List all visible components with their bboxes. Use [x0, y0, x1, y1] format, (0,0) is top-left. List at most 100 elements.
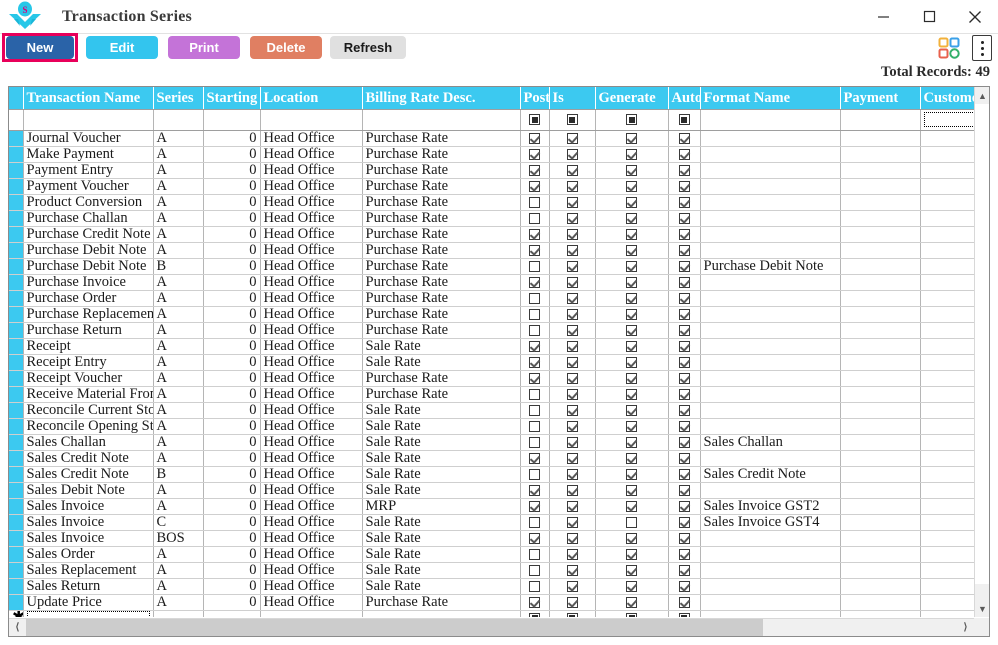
checkbox-auto-print[interactable] — [678, 244, 690, 256]
cell-is-default[interactable] — [549, 290, 596, 307]
cell-starting[interactable]: 0 — [203, 210, 261, 227]
cell-series[interactable]: C — [153, 514, 204, 531]
cell-billing-rate-desc[interactable]: Purchase Rate — [362, 386, 521, 403]
checkbox-auto-print[interactable] — [678, 212, 690, 224]
cell-billing-rate-desc[interactable]: Purchase Rate — [362, 162, 521, 179]
cell-transaction-name[interactable]: Purchase Debit Note — [23, 242, 154, 259]
edit-button[interactable]: Edit — [86, 36, 158, 59]
cell-billing-rate-desc[interactable]: Purchase Rate — [362, 146, 521, 163]
cell-customer-type-desc[interactable] — [920, 162, 974, 179]
filter-customer-type-desc[interactable] — [920, 109, 974, 131]
row-selector-cell[interactable] — [9, 178, 24, 195]
row-selector-cell[interactable] — [9, 194, 24, 211]
cell-series[interactable]: A — [153, 146, 204, 163]
chevron-left-icon[interactable]: ⟨ — [9, 619, 26, 636]
row-selector-cell[interactable] — [9, 338, 24, 355]
checkbox-auto-print[interactable] — [678, 532, 690, 544]
checkbox-post[interactable] — [529, 228, 540, 240]
checkbox-generate[interactable] — [626, 356, 637, 368]
checkbox-is-default[interactable] — [566, 180, 578, 192]
new-cell-generate[interactable] — [595, 610, 669, 617]
cell-post[interactable] — [520, 482, 550, 499]
cell-post[interactable] — [520, 354, 550, 371]
cell-customer-type-desc[interactable] — [920, 546, 974, 563]
cell-generate[interactable] — [595, 466, 669, 483]
checkbox-is-default[interactable] — [566, 580, 578, 592]
table-row[interactable]: Payment Entry A 0 Head Office Purchase Rate — [9, 162, 974, 179]
cell-format-name[interactable] — [700, 578, 841, 595]
checkbox-is-default[interactable] — [566, 500, 578, 512]
cell-location[interactable]: Head Office — [260, 466, 363, 483]
vertical-scrollbar-thumb[interactable] — [975, 104, 989, 584]
cell-auto-print[interactable] — [668, 418, 701, 435]
cell-post[interactable] — [520, 514, 550, 531]
cell-series[interactable]: A — [153, 578, 204, 595]
checkbox-is-default[interactable] — [566, 196, 578, 208]
cell-billing-rate-desc[interactable]: Sale Rate — [362, 338, 521, 355]
row-selector-cell[interactable] — [9, 370, 24, 387]
table-row[interactable]: Sales Invoice BOS 0 Head Office Sale Rate — [9, 530, 974, 547]
new-record-row[interactable]: ✱ — [9, 610, 974, 617]
cell-generate[interactable] — [595, 162, 669, 179]
cell-generate[interactable] — [595, 546, 669, 563]
cell-is-default[interactable] — [549, 530, 596, 547]
row-selector-cell[interactable] — [9, 546, 24, 563]
checkbox-is-default[interactable] — [566, 516, 578, 528]
column-header-transaction-name[interactable]: Transaction Name — [23, 87, 154, 110]
cell-series[interactable]: A — [153, 434, 204, 451]
vertical-scrollbar[interactable]: ▲ ▼ — [974, 87, 989, 617]
checkbox-auto-print[interactable] — [678, 484, 690, 496]
checkbox-is-default[interactable] — [566, 228, 578, 240]
cell-generate[interactable] — [595, 226, 669, 243]
cell-generate[interactable] — [595, 338, 669, 355]
cell-transaction-name[interactable]: Purchase Debit Note — [23, 258, 154, 275]
checkbox-post[interactable] — [529, 404, 540, 416]
cell-generate[interactable] — [595, 450, 669, 467]
cell-format-name[interactable] — [700, 210, 841, 227]
checkbox-auto-print[interactable] — [678, 292, 690, 304]
checkbox-post[interactable] — [529, 356, 540, 368]
cell-format-name[interactable] — [700, 146, 841, 163]
cell-post[interactable] — [520, 530, 550, 547]
cell-customer-type-desc[interactable] — [920, 434, 974, 451]
checkbox-post[interactable] — [529, 420, 540, 432]
cell-post[interactable] — [520, 322, 550, 339]
cell-format-name[interactable] — [700, 450, 841, 467]
cell-generate[interactable] — [595, 370, 669, 387]
cell-series[interactable]: A — [153, 322, 204, 339]
row-selector-cell[interactable] — [9, 466, 24, 483]
cell-series[interactable]: A — [153, 178, 204, 195]
cell-series[interactable]: A — [153, 226, 204, 243]
cell-auto-print[interactable] — [668, 402, 701, 419]
cell-format-name[interactable] — [700, 370, 841, 387]
cell-starting[interactable]: 0 — [203, 162, 261, 179]
new-cell-format-name[interactable] — [700, 610, 841, 617]
checkbox-post[interactable] — [529, 516, 540, 528]
table-row[interactable]: Purchase Debit Note B 0 Head Office Purchase… — [9, 258, 974, 275]
cell-payment-mode-desc[interactable] — [840, 258, 921, 275]
cell-generate[interactable] — [595, 258, 669, 275]
filter-payment-mode-desc[interactable] — [840, 109, 921, 131]
cell-generate[interactable] — [595, 322, 669, 339]
cell-billing-rate-desc[interactable]: Purchase Rate — [362, 226, 521, 243]
cell-is-default[interactable] — [549, 562, 596, 579]
checkbox-is-default[interactable] — [566, 372, 578, 384]
cell-starting[interactable]: 0 — [203, 226, 261, 243]
checkbox-is-default[interactable] — [566, 548, 578, 560]
cell-location[interactable]: Head Office — [260, 482, 363, 499]
row-selector-cell[interactable] — [9, 530, 24, 547]
checkbox-post[interactable] — [529, 372, 540, 384]
cell-post[interactable] — [520, 578, 550, 595]
row-selector-cell[interactable] — [9, 210, 24, 227]
cell-payment-mode-desc[interactable] — [840, 562, 921, 579]
table-row[interactable]: Product Conversion A 0 Head Office Purchase … — [9, 194, 974, 211]
row-selector-cell[interactable] — [9, 146, 24, 163]
cell-auto-print[interactable] — [668, 354, 701, 371]
cell-transaction-name[interactable]: Receipt — [23, 338, 154, 355]
checkbox-auto-print[interactable] — [678, 596, 690, 608]
cell-location[interactable]: Head Office — [260, 226, 363, 243]
cell-billing-rate-desc[interactable]: Sale Rate — [362, 466, 521, 483]
cell-series[interactable]: A — [153, 274, 204, 291]
new-record-input[interactable] — [26, 610, 150, 617]
checkbox-auto-print[interactable] — [678, 228, 690, 240]
